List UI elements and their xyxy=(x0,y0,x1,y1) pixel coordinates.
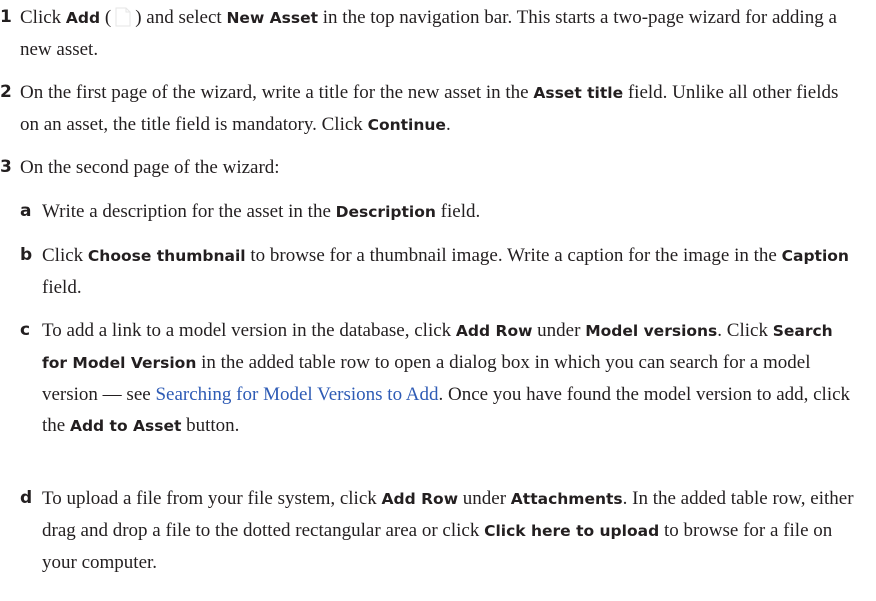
step-number: 3 xyxy=(0,157,12,177)
step-text: On the second page of the wizard: xyxy=(20,157,280,178)
substep-a: a Write a description for the asset in t… xyxy=(20,196,860,228)
substep-text: Write a description for the asset in the… xyxy=(42,201,481,222)
substep-letter: d xyxy=(20,488,33,508)
substep-d: d To upload a file from your file system… xyxy=(20,483,860,578)
add-row-label: Add Row xyxy=(381,490,459,508)
searching-model-versions-link[interactable]: Searching for Model Versions to Add xyxy=(155,384,438,405)
new-document-icon xyxy=(112,6,134,28)
description-label: Description xyxy=(335,203,436,221)
add-row-label: Add Row xyxy=(455,322,533,340)
asset-title-label: Asset title xyxy=(533,84,624,102)
caption-label: Caption xyxy=(781,247,849,265)
add-label: Add xyxy=(65,9,101,27)
substep-text: To upload a file from your file system, … xyxy=(42,488,854,573)
model-versions-label: Model versions xyxy=(585,322,718,340)
substep-text: To add a link to a model version in the … xyxy=(42,320,851,436)
step-number: 1 xyxy=(0,7,12,27)
new-asset-label: New Asset xyxy=(226,9,319,27)
step-2: 2 On the first page of the wizard, write… xyxy=(0,77,860,141)
step-text: On the first page of the wizard, write a… xyxy=(20,82,839,135)
step-1: 1 Click Add () and select New Asset in t… xyxy=(0,2,860,65)
substep-c: c To add a link to a model version in th… xyxy=(20,315,860,442)
substep-b: b Click Choose thumbnail to browse for a… xyxy=(20,240,860,303)
substep-letter: b xyxy=(20,245,33,265)
continue-label: Continue xyxy=(367,116,446,134)
substep-letter: c xyxy=(20,320,31,340)
add-to-asset-label: Add to Asset xyxy=(69,417,182,435)
click-upload-label: Click here to upload xyxy=(484,522,660,540)
step-number: 2 xyxy=(0,82,12,102)
attachments-label: Attachments xyxy=(510,490,623,508)
choose-thumbnail-label: Choose thumbnail xyxy=(87,247,246,265)
step-3: 3 On the second page of the wizard: xyxy=(0,152,860,183)
substep-letter: a xyxy=(20,201,32,221)
substep-text: Click Choose thumbnail to browse for a t… xyxy=(42,245,849,298)
step-text: Click Add () and select New Asset in the… xyxy=(20,6,837,60)
